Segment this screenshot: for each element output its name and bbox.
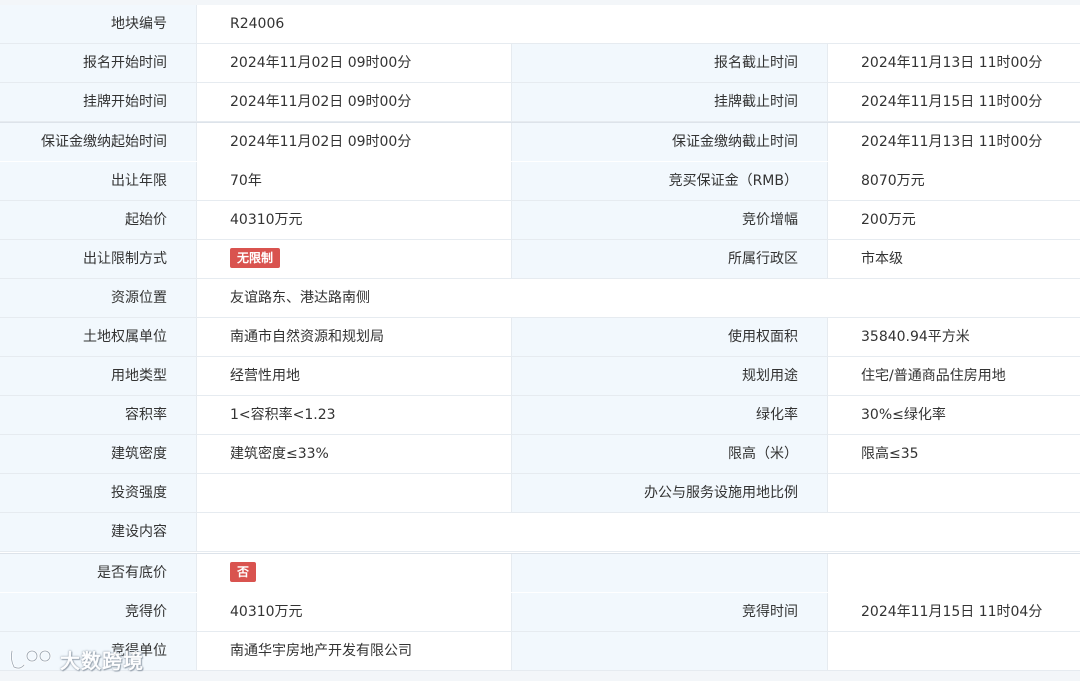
row-reserve: 是否有底价 否 (0, 553, 1080, 592)
empty-label-cell (511, 632, 827, 670)
row-density: 建筑密度 建筑密度≤33% 限高（米） 限高≤35 (0, 435, 1080, 474)
row-winning: 竞得价 40310万元 竞得时间 2024年11月15日 11时04分 (0, 593, 1080, 632)
label-increment: 竞价增幅 (511, 201, 827, 239)
value-green: 30%≤绿化率 (827, 396, 1080, 434)
value-reg-start: 2024年11月02日 09时00分 (196, 44, 511, 82)
label-term: 出让年限 (0, 162, 196, 200)
value-location: 友谊路东、港达路南侧 (196, 279, 1080, 317)
row-deposit-period: 保证金缴纳起始时间 2024年11月02日 09时00分 保证金缴纳截止时间 2… (0, 122, 1080, 161)
label-reserve: 是否有底价 (0, 554, 196, 592)
row-winner: 竞得单位 南通华宇房地产开发有限公司 (0, 632, 1080, 671)
label-reg-start: 报名开始时间 (0, 44, 196, 82)
row-registration: 报名开始时间 2024年11月02日 09时00分 报名截止时间 2024年11… (0, 44, 1080, 83)
label-density: 建筑密度 (0, 435, 196, 473)
value-winner: 南通华宇房地产开发有限公司 (196, 632, 511, 670)
row-parcel-no: 地块编号 R24006 (0, 5, 1080, 44)
value-deposit-start: 2024年11月02日 09时00分 (196, 123, 511, 161)
row-land-type: 用地类型 经营性用地 规划用途 住宅/普通商品住房用地 (0, 357, 1080, 396)
label-height: 限高（米） (511, 435, 827, 473)
label-winner: 竞得单位 (0, 632, 196, 670)
label-planned-use: 规划用途 (511, 357, 827, 395)
row-price: 起始价 40310万元 竞价增幅 200万元 (0, 201, 1080, 240)
value-term: 70年 (196, 162, 511, 200)
label-land-type: 用地类型 (0, 357, 196, 395)
label-district: 所属行政区 (511, 240, 827, 278)
label-parcel-no: 地块编号 (0, 5, 196, 43)
value-density: 建筑密度≤33% (196, 435, 511, 473)
empty-value-cell (827, 632, 1080, 670)
value-list-end: 2024年11月15日 11时00分 (827, 83, 1080, 121)
table-bottom-strip (0, 671, 1080, 681)
label-list-end: 挂牌截止时间 (511, 83, 827, 121)
value-deposit: 8070万元 (827, 162, 1080, 200)
value-start-price: 40310万元 (196, 201, 511, 239)
value-reserve: 否 (196, 554, 511, 592)
label-deposit: 竞买保证金（RMB） (511, 162, 827, 200)
row-construction: 建设内容 (0, 513, 1080, 552)
reserve-badge: 否 (230, 562, 257, 582)
label-win-price: 竞得价 (0, 593, 196, 631)
value-far: 1<容积率<1.23 (196, 396, 511, 434)
label-reg-end: 报名截止时间 (511, 44, 827, 82)
parcel-detail-table: 地块编号 R24006 报名开始时间 2024年11月02日 09时00分 报名… (0, 0, 1080, 681)
label-far: 容积率 (0, 396, 196, 434)
label-office-ratio: 办公与服务设施用地比例 (511, 474, 827, 512)
label-start-price: 起始价 (0, 201, 196, 239)
value-win-time: 2024年11月15日 11时04分 (827, 593, 1080, 631)
value-planned-use: 住宅/普通商品住房用地 (827, 357, 1080, 395)
label-green: 绿化率 (511, 396, 827, 434)
value-increment: 200万元 (827, 201, 1080, 239)
row-restriction: 出让限制方式 无限制 所属行政区 市本级 (0, 240, 1080, 279)
row-location: 资源位置 友谊路东、港达路南侧 (0, 279, 1080, 318)
empty-label-cell (511, 554, 827, 592)
label-win-time: 竞得时间 (511, 593, 827, 631)
row-investment: 投资强度 办公与服务设施用地比例 (0, 474, 1080, 513)
value-area: 35840.94平方米 (827, 318, 1080, 356)
label-area: 使用权面积 (511, 318, 827, 356)
label-deposit-end: 保证金缴纳截止时间 (511, 123, 827, 161)
value-win-price: 40310万元 (196, 593, 511, 631)
value-office-ratio (827, 474, 1080, 512)
value-land-type: 经营性用地 (196, 357, 511, 395)
restriction-badge: 无限制 (230, 248, 281, 268)
label-construction: 建设内容 (0, 513, 196, 551)
row-term: 出让年限 70年 竞买保证金（RMB） 8070万元 (0, 162, 1080, 201)
label-list-start: 挂牌开始时间 (0, 83, 196, 121)
row-owner: 土地权属单位 南通市自然资源和规划局 使用权面积 35840.94平方米 (0, 318, 1080, 357)
row-listing: 挂牌开始时间 2024年11月02日 09时00分 挂牌截止时间 2024年11… (0, 83, 1080, 122)
value-height: 限高≤35 (827, 435, 1080, 473)
label-restriction: 出让限制方式 (0, 240, 196, 278)
row-far: 容积率 1<容积率<1.23 绿化率 30%≤绿化率 (0, 396, 1080, 435)
value-district: 市本级 (827, 240, 1080, 278)
value-construction (196, 513, 1080, 551)
value-restriction: 无限制 (196, 240, 511, 278)
value-parcel-no: R24006 (196, 5, 1080, 43)
value-reg-end: 2024年11月13日 11时00分 (827, 44, 1080, 82)
value-deposit-end: 2024年11月13日 11时00分 (827, 123, 1080, 161)
label-location: 资源位置 (0, 279, 196, 317)
label-deposit-start: 保证金缴纳起始时间 (0, 123, 196, 161)
value-owner: 南通市自然资源和规划局 (196, 318, 511, 356)
label-investment: 投资强度 (0, 474, 196, 512)
label-owner: 土地权属单位 (0, 318, 196, 356)
value-list-start: 2024年11月02日 09时00分 (196, 83, 511, 121)
empty-value-cell (827, 554, 1080, 592)
value-investment (196, 474, 511, 512)
